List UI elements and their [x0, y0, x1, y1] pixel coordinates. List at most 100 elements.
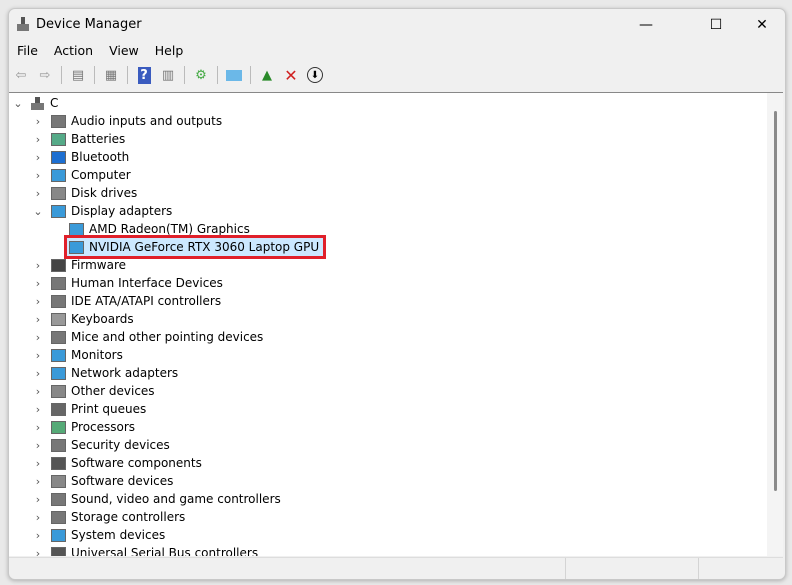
- vertical-scrollbar[interactable]: [767, 93, 783, 556]
- tree-item[interactable]: ⌄ Display adapters: [9, 202, 172, 220]
- computer-root-icon: [31, 96, 44, 110]
- tree-item[interactable]: › Network adapters: [9, 364, 178, 382]
- chevron-right-icon[interactable]: ›: [33, 475, 43, 488]
- tree-item[interactable]: › Audio inputs and outputs: [9, 112, 222, 130]
- tree-item-label: NVIDIA GeForce RTX 3060 Laptop GPU: [89, 240, 320, 254]
- chevron-right-icon[interactable]: ›: [33, 529, 43, 542]
- chevron-right-icon[interactable]: ›: [33, 421, 43, 434]
- tree-item[interactable]: › Batteries: [9, 130, 125, 148]
- ide-icon: [51, 294, 66, 308]
- chevron-right-icon[interactable]: ›: [33, 457, 43, 470]
- forward-icon[interactable]: ⇨: [35, 65, 55, 85]
- tree-item-label: AMD Radeon(TM) Graphics: [89, 222, 250, 236]
- chevron-right-icon[interactable]: ›: [33, 259, 43, 272]
- tree-item[interactable]: › Security devices: [9, 436, 170, 454]
- tree-item[interactable]: › Universal Serial Bus controllers: [9, 544, 258, 556]
- tree-item[interactable]: › Disk drives: [9, 184, 137, 202]
- chevron-right-icon[interactable]: ›: [33, 277, 43, 290]
- tree-item-selected[interactable]: NVIDIA GeForce RTX 3060 Laptop GPU: [63, 235, 327, 259]
- tree-item-label: Network adapters: [71, 366, 179, 380]
- tree-root[interactable]: ⌄ C: [9, 94, 58, 112]
- chevron-right-icon[interactable]: ›: [33, 151, 43, 164]
- menu-view[interactable]: View: [101, 41, 147, 61]
- tree-item-label: System devices: [71, 528, 166, 542]
- tree-item[interactable]: › Sound, video and game controllers: [9, 490, 281, 508]
- tree-item-label: Disk drives: [71, 186, 138, 200]
- status-pane: [9, 558, 566, 579]
- tree-item-label: Batteries: [71, 132, 126, 146]
- chevron-right-icon[interactable]: ›: [33, 511, 43, 524]
- minimize-button[interactable]: —: [623, 9, 669, 41]
- help-icon[interactable]: ?: [134, 65, 154, 85]
- tree-item[interactable]: › Mice and other pointing devices: [9, 328, 264, 346]
- toolbar-separator: [127, 66, 128, 84]
- tree-item[interactable]: › Computer: [9, 166, 131, 184]
- monitor-icon: [51, 348, 66, 362]
- toolbar-separator: [61, 66, 62, 84]
- tree-item-label: IDE ATA/ATAPI controllers: [71, 294, 222, 308]
- tree-item[interactable]: › Print queues: [9, 400, 146, 418]
- chevron-down-icon[interactable]: ⌄: [13, 97, 23, 110]
- printer-icon: [51, 402, 66, 416]
- tree-item[interactable]: › Software devices: [9, 472, 174, 490]
- tree-item[interactable]: › Other devices: [9, 382, 155, 400]
- scan-hardware-icon[interactable]: ⚙: [191, 65, 211, 85]
- menu-help[interactable]: Help: [147, 41, 192, 61]
- chevron-right-icon[interactable]: ›: [33, 133, 43, 146]
- toolbar-separator: [217, 66, 218, 84]
- tree-item[interactable]: › Human Interface Devices: [9, 274, 223, 292]
- status-pane: [566, 558, 699, 579]
- chip-icon: [51, 258, 66, 272]
- computer-icon: [51, 168, 66, 182]
- chevron-right-icon[interactable]: ›: [33, 547, 43, 557]
- tree-item-label: Mice and other pointing devices: [71, 330, 264, 344]
- tree-item[interactable]: › Storage controllers: [9, 508, 185, 526]
- tree-item[interactable]: › Keyboards: [9, 310, 134, 328]
- show-action-pane-icon[interactable]: ▥: [158, 65, 178, 85]
- chevron-right-icon[interactable]: ›: [33, 115, 43, 128]
- tree-item[interactable]: › System devices: [9, 526, 165, 544]
- chevron-right-icon[interactable]: ›: [33, 493, 43, 506]
- chevron-right-icon[interactable]: ›: [33, 295, 43, 308]
- tree-item[interactable]: AMD Radeon(TM) Graphics: [69, 220, 250, 238]
- show-hide-console-tree-icon[interactable]: ▤: [68, 65, 88, 85]
- menu-file[interactable]: File: [9, 41, 46, 61]
- update-driver-icon[interactable]: ▲: [257, 65, 277, 85]
- system-icon: [51, 528, 66, 542]
- tree-item-label: Other devices: [71, 384, 155, 398]
- tree-item[interactable]: › Firmware: [9, 256, 126, 274]
- tree-item-label: Software components: [71, 456, 202, 470]
- chevron-right-icon[interactable]: ›: [33, 169, 43, 182]
- chevron-down-icon[interactable]: ⌄: [33, 205, 43, 218]
- chevron-right-icon[interactable]: ›: [33, 313, 43, 326]
- chevron-right-icon[interactable]: ›: [33, 403, 43, 416]
- properties-icon[interactable]: ▦: [101, 65, 121, 85]
- tree-item[interactable]: › Software components: [9, 454, 202, 472]
- scrollbar-thumb[interactable]: [774, 111, 777, 491]
- monitor-icon[interactable]: [224, 65, 244, 85]
- tree-item[interactable]: › Processors: [9, 418, 135, 436]
- close-button[interactable]: ✕: [739, 9, 785, 41]
- toolbar-separator: [94, 66, 95, 84]
- keyboard-icon: [51, 312, 66, 326]
- usb-icon: [51, 546, 66, 556]
- maximize-button[interactable]: ☐: [693, 9, 739, 41]
- tree-item[interactable]: › Bluetooth: [9, 148, 129, 166]
- tree-item-label: Security devices: [71, 438, 170, 452]
- chevron-right-icon[interactable]: ›: [33, 187, 43, 200]
- tree-item-label: Firmware: [71, 258, 126, 272]
- display-adapter-icon: [51, 204, 66, 218]
- software-device-icon: [51, 474, 66, 488]
- tree-item[interactable]: › Monitors: [9, 346, 123, 364]
- chevron-right-icon[interactable]: ›: [33, 331, 43, 344]
- tree-item[interactable]: › IDE ATA/ATAPI controllers: [9, 292, 221, 310]
- network-icon: [51, 366, 66, 380]
- chevron-right-icon[interactable]: ›: [33, 385, 43, 398]
- menu-action[interactable]: Action: [46, 41, 101, 61]
- chevron-right-icon[interactable]: ›: [33, 439, 43, 452]
- chevron-right-icon[interactable]: ›: [33, 367, 43, 380]
- chevron-right-icon[interactable]: ›: [33, 349, 43, 362]
- back-icon[interactable]: ⇦: [11, 65, 31, 85]
- disable-icon[interactable]: ⬇: [305, 65, 325, 85]
- uninstall-icon[interactable]: ✕: [281, 65, 301, 85]
